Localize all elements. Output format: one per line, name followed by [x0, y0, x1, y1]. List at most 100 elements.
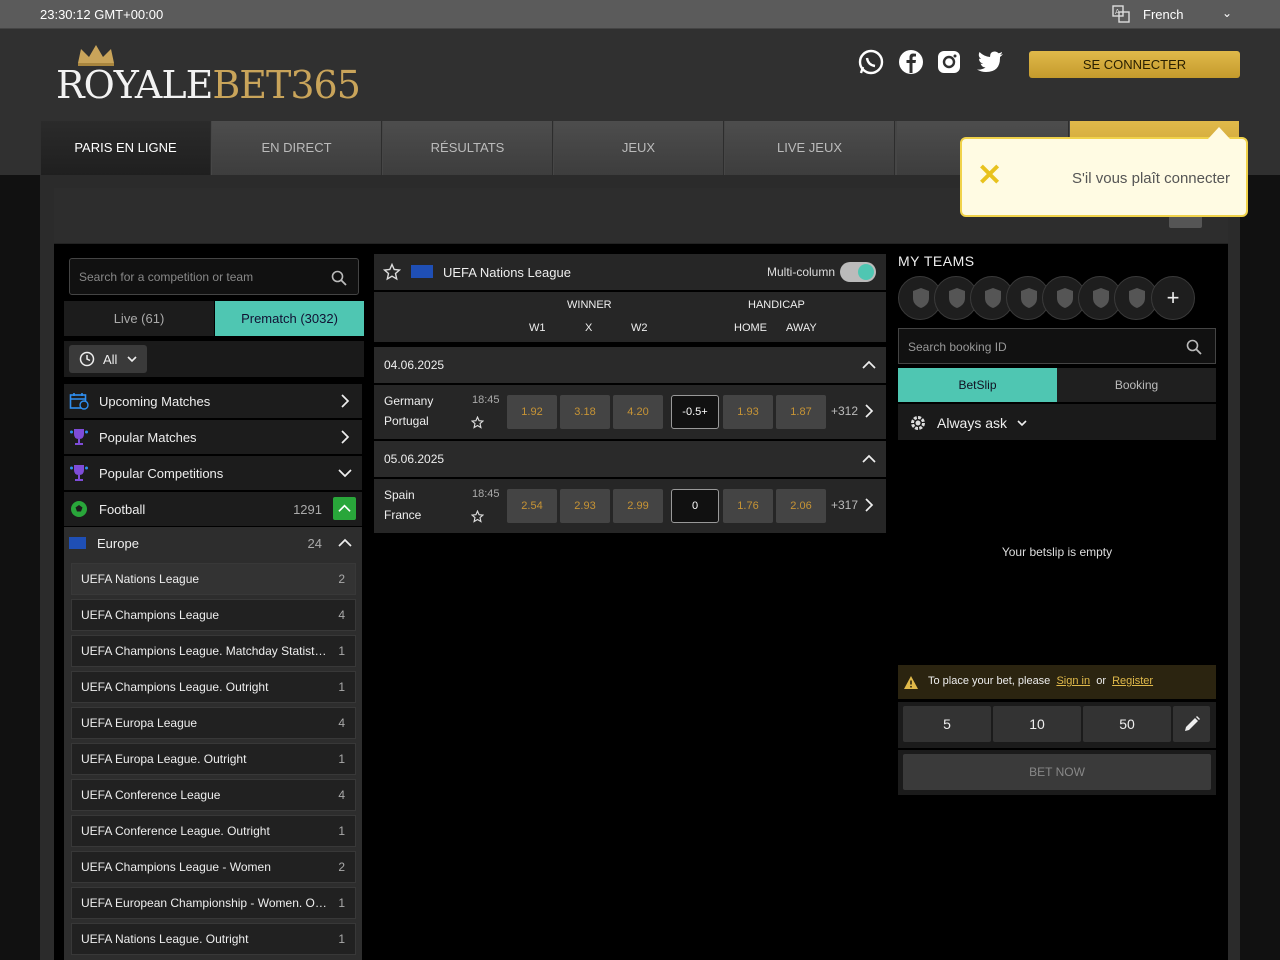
star-icon[interactable] [471, 510, 484, 523]
handicap-value: -0.5+ [671, 395, 719, 429]
multicolumn-toggle[interactable] [840, 262, 876, 282]
odd-home[interactable]: 1.93 [723, 395, 773, 429]
calendar-icon [69, 393, 89, 410]
login-button[interactable]: SE CONNECTER [1029, 51, 1240, 78]
menu-upcoming-matches[interactable]: Upcoming Matches [64, 384, 362, 418]
warning-text: To place your bet, please Sign in or Reg… [928, 675, 1154, 687]
live-prematch-tabs: Live (61) Prematch (3032) [64, 301, 364, 336]
nav-en-direct[interactable]: EN DIRECT [212, 121, 382, 175]
language-select[interactable]: A French ⌄ [1112, 5, 1238, 25]
instagram-icon[interactable] [936, 49, 962, 75]
chevron-down-icon [338, 469, 352, 478]
tab-betslip[interactable]: BetSlip [898, 368, 1057, 402]
chevron-up-icon [338, 504, 351, 512]
match-row[interactable]: Germany Portugal 18:45 1.92 3.18 4.20 -0… [374, 385, 886, 439]
odd-x[interactable]: 2.93 [560, 489, 610, 523]
nav-jeux[interactable]: JEUX [554, 121, 724, 175]
stake-presets: 5 10 50 [898, 702, 1216, 748]
search-icon[interactable] [1186, 339, 1202, 355]
menu-label: Upcoming Matches [99, 394, 211, 409]
whatsapp-icon[interactable] [858, 49, 884, 75]
betslip-empty-message: Your betslip is empty [1001, 545, 1113, 559]
eu-flag-icon [69, 537, 86, 549]
bet-now-button[interactable]: BET NOW [903, 754, 1211, 790]
add-team-button[interactable]: + [1151, 276, 1195, 320]
eu-flag-icon [411, 265, 433, 278]
filter-label: All [103, 352, 118, 367]
list-item[interactable]: UEFA Europa League. Outright 1 [71, 743, 356, 775]
register-link[interactable]: Register [1112, 675, 1153, 687]
tab-booking[interactable]: Booking [1057, 368, 1216, 402]
clock-icon [79, 351, 95, 367]
tab-live[interactable]: Live (61) [64, 301, 214, 336]
more-markets[interactable]: +312 [831, 404, 858, 418]
odds-column-header: WINNER HANDICAP W1 X W2 HOME AWAY [374, 292, 886, 342]
close-icon[interactable]: ✕ [977, 161, 1003, 191]
odd-away[interactable]: 1.87 [776, 395, 826, 429]
menu-europe[interactable]: Europe 24 [64, 527, 362, 559]
odd-w1[interactable]: 2.54 [507, 489, 557, 523]
pencil-icon [1185, 716, 1200, 731]
competition-search-input[interactable]: Search for a competition or team [69, 258, 359, 295]
handicap-value: 0 [671, 489, 719, 523]
match-date: 04.06.2025 [384, 358, 445, 372]
star-icon[interactable] [471, 416, 484, 429]
shield-icon [1057, 288, 1073, 308]
odd-w2[interactable]: 2.99 [613, 489, 663, 523]
list-item[interactable]: UEFA Champions League - Women 2 [71, 851, 356, 883]
edit-stakes-button[interactable] [1173, 706, 1210, 742]
nav-resultats[interactable]: RÉSULTATS [383, 121, 553, 175]
stake-button[interactable]: 10 [993, 706, 1081, 742]
list-item[interactable]: UEFA European Championship - Women. Outr… [71, 887, 356, 919]
facebook-icon[interactable] [898, 49, 924, 75]
menu-popular-competitions[interactable]: Popular Competitions [64, 456, 362, 490]
warning-icon [904, 676, 918, 689]
odds-change-setting[interactable]: Always ask [898, 404, 1216, 440]
list-item[interactable]: UEFA Nations League. Outright 1 [71, 923, 356, 955]
collapse-toggle[interactable] [333, 497, 356, 520]
twitter-icon[interactable] [976, 49, 1004, 75]
booking-search-input[interactable]: Search booking ID [898, 328, 1216, 364]
date-row[interactable]: 04.06.2025 [374, 347, 886, 383]
stake-button[interactable]: 50 [1083, 706, 1171, 742]
odd-home[interactable]: 1.76 [723, 489, 773, 523]
star-icon[interactable] [383, 263, 401, 281]
odd-x[interactable]: 3.18 [560, 395, 610, 429]
chevron-right-icon[interactable] [862, 404, 876, 418]
more-markets[interactable]: +317 [831, 498, 858, 512]
time-filter[interactable]: All [69, 345, 147, 373]
list-item[interactable]: UEFA Nations League 2 [71, 563, 356, 595]
menu-football[interactable]: Football 1291 [64, 492, 362, 526]
football-count: 1291 [293, 502, 322, 517]
menu-popular-matches[interactable]: Popular Matches [64, 420, 362, 454]
team-home: Germany [384, 394, 434, 408]
nav-paris-en-ligne[interactable]: PARIS EN LIGNE [41, 121, 211, 175]
list-item[interactable]: UEFA Conference League. Outright 1 [71, 815, 356, 847]
odd-w1[interactable]: 1.92 [507, 395, 557, 429]
logo[interactable]: ROYALEBET365 [52, 43, 361, 113]
menu-label: Popular Matches [99, 430, 197, 445]
svg-text:A: A [1115, 8, 1120, 16]
odd-away[interactable]: 2.06 [776, 489, 826, 523]
odd-w2[interactable]: 4.20 [613, 395, 663, 429]
match-row[interactable]: Spain France 18:45 2.54 2.93 2.99 0 1.76… [374, 479, 886, 533]
date-row[interactable]: 05.06.2025 [374, 441, 886, 477]
w1-heading: W1 [529, 322, 546, 334]
tooltip-caret [1208, 127, 1230, 139]
list-item[interactable]: UEFA Champions League. Outright 1 [71, 671, 356, 703]
list-item[interactable]: UEFA Champions League 4 [71, 599, 356, 631]
sign-in-link[interactable]: Sign in [1056, 675, 1090, 687]
list-item[interactable]: UEFA Europa League 4 [71, 707, 356, 739]
list-item[interactable]: UEFA Conference League 4 [71, 779, 356, 811]
stake-button[interactable]: 5 [903, 706, 991, 742]
list-item[interactable]: UEFA Champions League. Matchday Statisti… [71, 635, 356, 667]
tab-prematch[interactable]: Prematch (3032) [215, 301, 364, 336]
nav-live-jeux[interactable]: LIVE JEUX [725, 121, 895, 175]
my-teams-title: MY TEAMS [898, 253, 975, 269]
betslip-body: Your betslip is empty [898, 442, 1216, 662]
booking-placeholder: Search booking ID [908, 340, 1007, 354]
trophy-icon [70, 429, 88, 445]
shield-icon [985, 288, 1001, 308]
chevron-right-icon[interactable] [862, 498, 876, 512]
search-icon[interactable] [331, 270, 347, 286]
